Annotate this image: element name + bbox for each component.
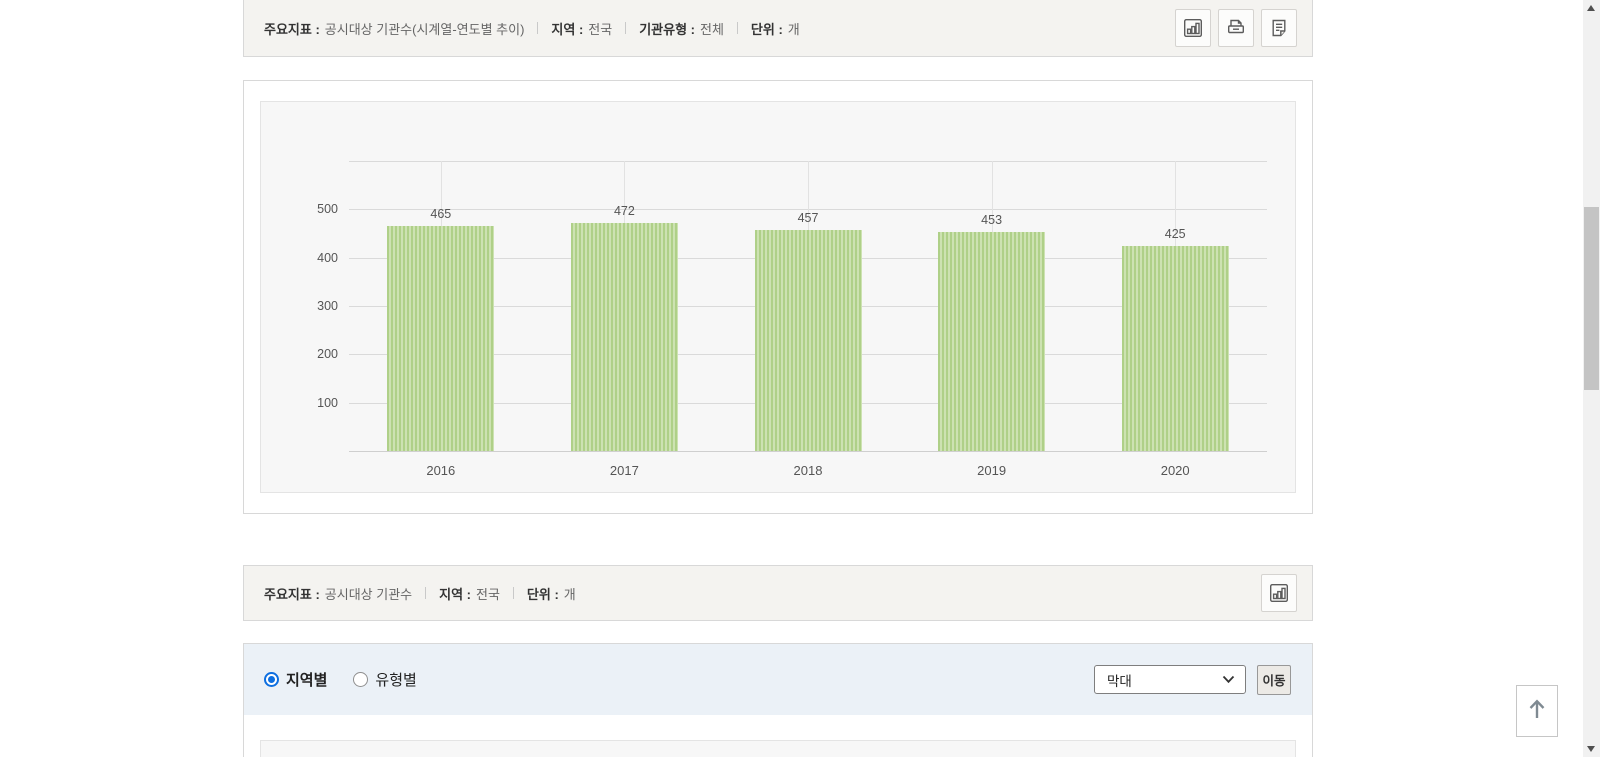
y-tick-label: 300 bbox=[317, 299, 338, 313]
filter-bar: 지역별 유형별 막대 이동 bbox=[244, 644, 1312, 715]
divider bbox=[425, 587, 427, 599]
y-tick-label: 500 bbox=[317, 202, 338, 217]
radio-by-type[interactable]: 유형별 bbox=[353, 669, 417, 690]
printer-icon bbox=[1224, 16, 1248, 40]
report-icon bbox=[1267, 16, 1291, 40]
x-tick-label: 2020 bbox=[1160, 463, 1190, 478]
divider bbox=[736, 22, 738, 34]
meta-label: 단위 : bbox=[750, 21, 783, 37]
divider bbox=[537, 22, 539, 34]
detail-section: 지역별 유형별 막대 이동 bbox=[243, 643, 1313, 757]
bar-value-label: 425 bbox=[1164, 226, 1186, 241]
bar-value-label: 457 bbox=[797, 211, 819, 226]
meta-label: 주요지표 : bbox=[264, 586, 320, 602]
radio-by-region[interactable]: 지역별 bbox=[264, 669, 327, 690]
meta-value: 공시대상 기관수 bbox=[324, 586, 413, 602]
radio-label: 지역별 bbox=[286, 672, 328, 689]
next-chart-panel bbox=[260, 740, 1296, 757]
toolbar bbox=[1175, 9, 1297, 47]
bar-chart-plot: 100 200 300 400 500 465 2016 472 2017 457 2018 453 2… bbox=[317, 161, 1267, 478]
indicator-meta-bar: 주요지표 : 공시대상 기관수 지역 : 전국 단위 : 개 bbox=[243, 565, 1313, 621]
y-tick-label: 200 bbox=[317, 347, 338, 362]
chart-button[interactable] bbox=[1175, 9, 1211, 47]
chart-panel: 100 200 300 400 500 465 2016 472 2017 457 2018 453 2… bbox=[260, 101, 1296, 493]
bar-2018[interactable] bbox=[754, 230, 862, 451]
y-tick-label: 100 bbox=[317, 395, 338, 410]
meta-value: 개 bbox=[787, 21, 800, 37]
meta-value: 전체 bbox=[699, 21, 724, 37]
toolbar bbox=[1261, 574, 1297, 612]
bar-value-label: 472 bbox=[613, 203, 635, 218]
divider bbox=[625, 22, 627, 34]
radio-label: 유형별 bbox=[375, 672, 417, 689]
bar-chart-icon bbox=[1181, 16, 1205, 40]
meta-label: 지역 : bbox=[439, 586, 471, 602]
chart-button[interactable] bbox=[1261, 574, 1297, 612]
bar-2020[interactable] bbox=[1121, 245, 1229, 451]
radio-icon bbox=[264, 672, 279, 687]
bar-2016[interactable] bbox=[387, 226, 495, 451]
meta-value: 전국 bbox=[476, 586, 500, 602]
bar-2017[interactable] bbox=[570, 222, 678, 451]
meta-value: 공시대상 기관수(시계열-연도별 추이) bbox=[324, 21, 525, 37]
divider bbox=[512, 587, 514, 599]
page: 주요지표 : 공시대상 기관수(시계열-연도별 추이) 지역 : 전국 기관유형… bbox=[0, 0, 1600, 757]
radio-icon bbox=[353, 672, 369, 687]
report-button[interactable] bbox=[1261, 9, 1297, 47]
meta-label: 지역 : bbox=[551, 21, 584, 37]
go-button[interactable]: 이동 bbox=[1257, 664, 1291, 695]
chart-type-controls: 막대 이동 bbox=[1094, 644, 1291, 715]
meta-label: 단위 : bbox=[526, 586, 559, 602]
y-tick-label: 400 bbox=[317, 250, 338, 265]
select-value: 막대 bbox=[1107, 673, 1132, 689]
triangle-down-icon[interactable] bbox=[1587, 746, 1595, 752]
scrollbar[interactable] bbox=[1583, 0, 1600, 757]
meta-value: 개 bbox=[563, 586, 576, 602]
bar-2019[interactable] bbox=[938, 232, 1046, 451]
chart-section: 100 200 300 400 500 465 2016 472 2017 457 2018 453 2… bbox=[243, 80, 1313, 514]
scroll-to-top-button[interactable] bbox=[1516, 685, 1558, 737]
x-tick-label: 2019 bbox=[977, 463, 1007, 478]
gridline-horizontal bbox=[349, 451, 1267, 452]
meta-label: 주요지표 : bbox=[264, 21, 320, 37]
bar-value-label: 453 bbox=[981, 213, 1003, 228]
meta-fields: 주요지표 : 공시대상 기관수(시계열-연도별 추이) 지역 : 전국 기관유형… bbox=[264, 0, 800, 56]
meta-value: 전국 bbox=[588, 21, 613, 37]
scrollbar-thumb[interactable] bbox=[1584, 207, 1599, 390]
arrow-up-icon bbox=[1526, 697, 1548, 726]
view-mode-radio-group: 지역별 유형별 bbox=[264, 644, 417, 715]
x-tick-label: 2016 bbox=[426, 463, 456, 478]
meta-fields: 주요지표 : 공시대상 기관수 지역 : 전국 단위 : 개 bbox=[264, 566, 576, 620]
indicator-meta-bar-timeseries: 주요지표 : 공시대상 기관수(시계열-연도별 추이) 지역 : 전국 기관유형… bbox=[243, 0, 1313, 57]
print-button[interactable] bbox=[1218, 9, 1254, 47]
chevron-down-icon bbox=[1222, 672, 1235, 687]
bar-value-label: 465 bbox=[430, 207, 452, 222]
bar-chart-icon bbox=[1267, 581, 1291, 605]
x-tick-label: 2017 bbox=[609, 463, 639, 478]
meta-label: 기관유형 : bbox=[639, 21, 695, 37]
chart-type-select[interactable]: 막대 bbox=[1094, 665, 1246, 694]
triangle-up-icon[interactable] bbox=[1587, 5, 1595, 11]
x-tick-label: 2018 bbox=[793, 463, 823, 478]
